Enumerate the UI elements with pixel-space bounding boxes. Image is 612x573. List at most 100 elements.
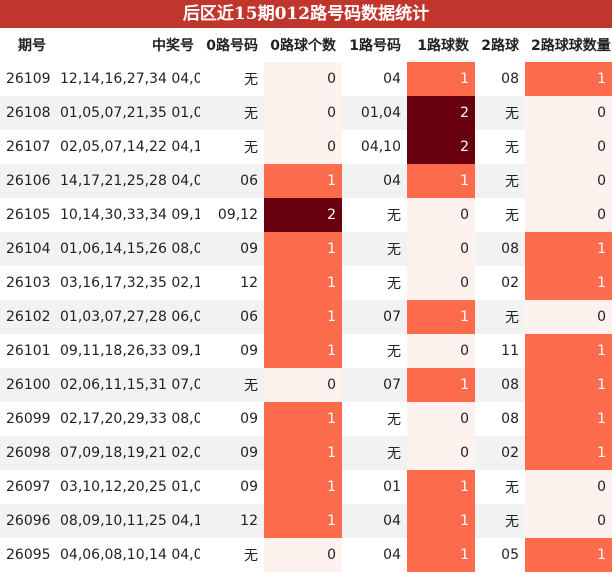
winning-numbers-cell: 04,06,08,10,14 04,05: [60, 547, 200, 563]
route0-numbers-cell: 09: [240, 411, 258, 427]
route0-numbers-cell: 无: [244, 548, 258, 564]
route2-count-cell: 1: [525, 232, 612, 266]
winning-numbers-cell: 14,17,21,25,28 04,06: [54, 164, 200, 198]
route0-numbers-cell: 06: [200, 164, 264, 198]
route0-numbers-cell: 无: [200, 96, 264, 130]
issue-cell: 26104: [0, 232, 54, 266]
issue-cell: 26100: [0, 368, 54, 402]
route0-numbers-cell: 09: [200, 436, 264, 470]
route2-numbers-cell: 无: [475, 164, 525, 198]
table-row: 26099 02,17,20,29,33 08,09 09 1 无 0 08 1: [0, 402, 612, 436]
winning-numbers-cell: 09,11,18,26,33 09,11: [60, 343, 200, 359]
route2-count-cell: 0: [525, 198, 612, 232]
route2-count-cell: 0: [525, 164, 612, 198]
route0-count-cell: 0: [264, 62, 342, 96]
route2-numbers-cell: 08: [501, 411, 519, 427]
table-body: 26109 12,14,16,27,34 04,08 无 0 04 1 08 1 26108 01…: [0, 62, 612, 572]
route2-count-cell: 0: [525, 96, 612, 130]
route1-count-cell: 0: [407, 232, 475, 266]
route0-count-cell: 2: [264, 198, 342, 232]
route2-numbers-cell: 05: [501, 547, 519, 563]
route1-numbers-cell: 无: [387, 412, 401, 428]
route0-count-cell: 1: [264, 402, 342, 436]
route1-count-cell: 1: [407, 300, 475, 334]
route2-numbers-cell: 08: [475, 232, 525, 266]
route1-count-cell: 0: [407, 402, 475, 436]
route2-numbers-cell: 02: [501, 275, 519, 291]
issue-cell: 26106: [0, 164, 54, 198]
route0-count-cell: 1: [264, 232, 342, 266]
route1-numbers-cell: 04: [383, 71, 401, 87]
winning-numbers-cell: 01,05,07,21,35 01,04: [54, 96, 200, 130]
route1-count-cell: 2: [407, 96, 475, 130]
route0-numbers-cell: 无: [200, 368, 264, 402]
route2-count-cell: 1: [525, 266, 612, 300]
route0-numbers-cell: 09: [200, 232, 264, 266]
route1-numbers-cell: 01: [383, 479, 401, 495]
route2-numbers-cell: 11: [501, 343, 519, 359]
winning-numbers-cell: 02,06,11,15,31 07,08: [54, 368, 200, 402]
route1-numbers-cell: 07: [342, 368, 407, 402]
winning-numbers-cell: 01,03,07,27,28 06,07: [54, 300, 200, 334]
winning-numbers-cell: 07,09,18,19,21 02,09: [54, 436, 200, 470]
route1-count-cell: 1: [407, 538, 475, 572]
route1-numbers-cell: 无: [387, 208, 401, 224]
route1-numbers-cell: 04: [342, 504, 407, 538]
winning-numbers-cell: 02,17,20,29,33 08,09: [60, 411, 200, 427]
route2-count-cell: 0: [525, 470, 612, 504]
route2-count-cell: 0: [525, 504, 612, 538]
route2-numbers-cell: 无: [505, 140, 519, 156]
issue-cell: 26105: [6, 207, 51, 223]
route1-numbers-cell: 无: [387, 276, 401, 292]
table-row: 26107 02,05,07,14,22 04,10 无 0 04,10 2 无 0: [0, 130, 612, 164]
route1-numbers-cell: 无: [342, 232, 407, 266]
header-route1-numbers: 1路号码: [342, 28, 407, 62]
route0-numbers-cell: 09: [240, 343, 258, 359]
route2-numbers-cell: 无: [475, 300, 525, 334]
route1-count-cell: 2: [407, 130, 475, 164]
route0-numbers-cell: 09: [240, 479, 258, 495]
table-row: 26106 14,17,21,25,28 04,06 06 1 04 1 无 0: [0, 164, 612, 198]
header-issue: 期号: [0, 28, 54, 62]
route0-numbers-cell: 12: [200, 504, 264, 538]
table-row: 26108 01,05,07,21,35 01,04 无 0 01,04 2 无 0: [0, 96, 612, 130]
table-title: 后区近15期012路号码数据统计: [0, 0, 612, 28]
route2-numbers-cell: 08: [475, 368, 525, 402]
issue-cell: 26102: [0, 300, 54, 334]
table-row: 26104 01,06,14,15,26 08,09 09 1 无 0 08 1: [0, 232, 612, 266]
route0-count-cell: 1: [264, 334, 342, 368]
route0-count-cell: 1: [264, 504, 342, 538]
table-row: 26109 12,14,16,27,34 04,08 无 0 04 1 08 1: [0, 62, 612, 96]
route0-count-cell: 0: [264, 368, 342, 402]
route0-count-cell: 0: [264, 96, 342, 130]
header-route0-count: 0路球个数: [264, 28, 342, 62]
route1-count-cell: 0: [407, 436, 475, 470]
issue-cell: 26095: [6, 547, 51, 563]
table-row: 26102 01,03,07,27,28 06,07 06 1 07 1 无 0: [0, 300, 612, 334]
header-row: 期号 中奖号 0路号码 0路球个数 1路号码 1路球数 2路球 2路球球数量: [0, 28, 612, 62]
winning-numbers-cell: 03,10,12,20,25 01,09: [60, 479, 200, 495]
route0-count-cell: 1: [264, 470, 342, 504]
issue-cell: 26096: [0, 504, 54, 538]
issue-cell: 26103: [6, 275, 51, 291]
route0-numbers-cell: 06: [200, 300, 264, 334]
route1-count-cell: 0: [407, 266, 475, 300]
table-row: 26100 02,06,11,15,31 07,08 无 0 07 1 08 1: [0, 368, 612, 402]
route0-numbers-cell: 无: [244, 72, 258, 88]
route1-count-cell: 1: [407, 164, 475, 198]
route1-count-cell: 1: [407, 62, 475, 96]
table-row: 26095 04,06,08,10,14 04,05 无 0 04 1 05 1: [0, 538, 612, 572]
header-numbers: 中奖号: [54, 28, 200, 62]
header-route2-count: 2路球球数量: [525, 28, 612, 62]
route1-numbers-cell: 04: [383, 547, 401, 563]
header-route0-numbers: 0路号码: [200, 28, 264, 62]
table-row: 26096 08,09,10,11,25 04,12 12 1 04 1 无 0: [0, 504, 612, 538]
route1-numbers-cell: 04,10: [360, 139, 401, 155]
issue-cell: 26108: [0, 96, 54, 130]
table-row: 26097 03,10,12,20,25 01,09 09 1 01 1 无 0: [0, 470, 612, 504]
route0-count-cell: 1: [264, 300, 342, 334]
route2-numbers-cell: 无: [505, 208, 519, 224]
route2-count-cell: 1: [525, 436, 612, 470]
route1-numbers-cell: 无: [342, 436, 407, 470]
route1-numbers-cell: 无: [387, 344, 401, 360]
